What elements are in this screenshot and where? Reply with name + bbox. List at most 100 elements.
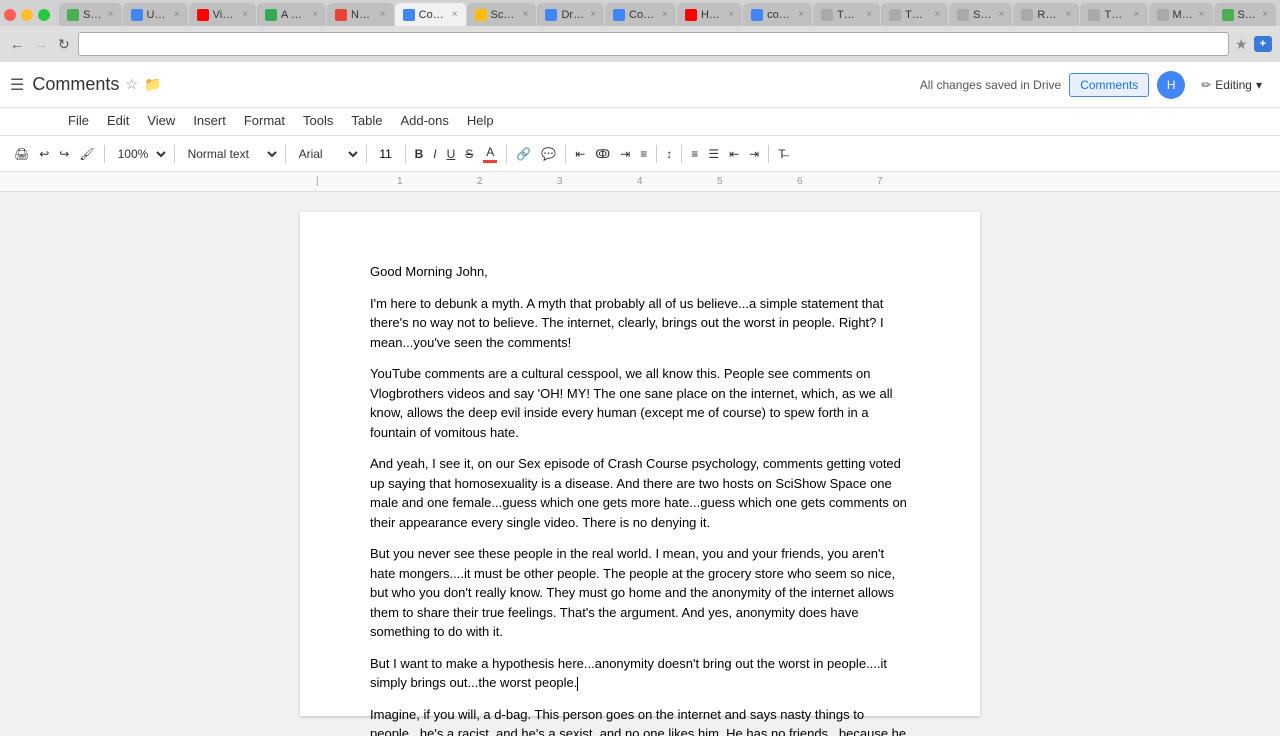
tab-video[interactable]: Video...× <box>189 3 256 26</box>
separator-7 <box>565 145 566 163</box>
clear-format-button[interactable]: T̶ <box>774 145 789 163</box>
align-center-button[interactable]: ↂ <box>591 145 614 163</box>
italic-button[interactable]: I <box>429 145 440 163</box>
address-bar: ← → ↻ https://docs.google.com/document/d… <box>0 26 1280 62</box>
tab-thef[interactable]: The F...× <box>813 3 880 26</box>
tab-surv2[interactable]: Surv...× <box>1214 3 1277 26</box>
doc-title-area: Comments ☆ 📁 <box>32 74 901 95</box>
tab-self[interactable]: Self-...× <box>949 3 1012 26</box>
menu-addons[interactable]: Add-ons <box>392 110 456 131</box>
comments-button[interactable]: Comments <box>1069 73 1149 97</box>
font-color-button[interactable]: A <box>479 143 501 165</box>
bookmark-button[interactable]: ★ <box>1235 36 1248 53</box>
pencil-icon: ✏ <box>1201 78 1211 92</box>
folder-icon[interactable]: 📁 <box>144 76 161 93</box>
tab-comm3[interactable]: comm...× <box>743 3 812 26</box>
strikethrough-button[interactable]: S <box>461 145 477 163</box>
app-toolbar: ☰ Comments ☆ 📁 All changes saved in Driv… <box>0 62 1280 108</box>
menu-insert[interactable]: Insert <box>185 110 234 131</box>
bold-button[interactable]: B <box>411 145 428 163</box>
profile-button[interactable]: + <box>1254 36 1272 52</box>
tab-thec[interactable]: The c...× <box>881 3 948 26</box>
menu-file[interactable]: File <box>60 110 97 131</box>
close-window-button[interactable] <box>4 9 16 21</box>
unordered-list-button[interactable]: ☰ <box>704 145 723 163</box>
tab-comments-active[interactable]: Comm...× <box>395 3 466 26</box>
auto-save-status: All changes saved in Drive <box>920 78 1061 92</box>
chevron-down-icon: ▾ <box>1256 78 1262 92</box>
format-toolbar: 🖨 ↩ ↪ 🖌 100% Normal text Arial B I U S A… <box>0 136 1280 172</box>
menu-tools[interactable]: Tools <box>295 110 341 131</box>
tab-comm2[interactable]: Comm...× <box>605 3 676 26</box>
maximize-window-button[interactable] <box>38 9 50 21</box>
paint-format-button[interactable]: 🖌 <box>75 145 98 163</box>
paragraph-2: I'm here to debunk a myth. A myth that p… <box>370 294 910 353</box>
separator-8 <box>656 145 657 163</box>
hamburger-menu-icon[interactable]: ☰ <box>10 75 24 95</box>
font-select[interactable]: Arial <box>291 144 361 164</box>
browser-window: Surv...× Untitl...× Video...× A List ...… <box>0 0 1280 736</box>
menu-view[interactable]: View <box>139 110 183 131</box>
tab-alist[interactable]: A List ...× <box>257 3 326 26</box>
url-input[interactable]: https://docs.google.com/document/d/1dKBd… <box>87 37 1220 51</box>
redo-button[interactable]: ↪ <box>55 145 73 163</box>
line-spacing-button[interactable]: ↕ <box>662 145 676 163</box>
star-icon[interactable]: ☆ <box>125 76 138 93</box>
separator-5 <box>405 145 406 163</box>
print-button[interactable]: 🖨 <box>10 145 33 163</box>
tab-thec2[interactable]: The c...× <box>1080 3 1147 26</box>
separator-9 <box>681 145 682 163</box>
style-select[interactable]: Normal text <box>180 144 280 164</box>
paragraph-4: And yeah, I see it, on our Sex episode o… <box>370 454 910 532</box>
separator-1 <box>104 145 105 163</box>
menu-help[interactable]: Help <box>459 110 502 131</box>
forward-button[interactable]: → <box>32 34 50 54</box>
document-title: Comments <box>32 74 119 95</box>
paragraph-7: Imagine, if you will, a d-bag. This pers… <box>370 705 910 736</box>
justify-button[interactable]: ≡ <box>636 145 651 163</box>
reload-button[interactable]: ↻ <box>56 34 72 55</box>
document-area[interactable]: Good Morning John, I'm here to debunk a … <box>0 192 1280 736</box>
ruler: | 1 2 3 4 5 6 7 <box>0 172 1280 192</box>
underline-button[interactable]: U <box>443 145 460 163</box>
paragraph-1: Good Morning John, <box>370 262 910 282</box>
tab-how[interactable]: How ...× <box>677 3 742 26</box>
increase-indent-button[interactable]: ⇥ <box>745 145 763 163</box>
undo-button[interactable]: ↩ <box>35 145 53 163</box>
url-bar[interactable]: https://docs.google.com/document/d/1dKBd… <box>78 32 1229 56</box>
zoom-select[interactable]: 100% <box>110 144 169 164</box>
document-content[interactable]: Good Morning John, I'm here to debunk a … <box>370 262 910 736</box>
tab-draft[interactable]: Draft ...× <box>537 3 604 26</box>
back-button[interactable]: ← <box>8 34 26 54</box>
document-page: Good Morning John, I'm here to debunk a … <box>300 212 980 716</box>
menu-bar: File Edit View Insert Format Tools Table… <box>0 108 1280 136</box>
tab-nerd[interactable]: Nerd!...× <box>327 3 394 26</box>
tab-script[interactable]: Script ...× <box>467 3 537 26</box>
decrease-indent-button[interactable]: ⇤ <box>725 145 743 163</box>
align-right-button[interactable]: ⇥ <box>616 145 634 163</box>
menu-edit[interactable]: Edit <box>99 110 137 131</box>
menu-format[interactable]: Format <box>236 110 293 131</box>
separator-10 <box>768 145 769 163</box>
separator-2 <box>174 145 175 163</box>
tab-robe[interactable]: Robe...× <box>1013 3 1079 26</box>
menu-table[interactable]: Table <box>343 110 390 131</box>
separator-3 <box>285 145 286 163</box>
ordered-list-button[interactable]: ≡ <box>687 145 702 163</box>
window-controls <box>4 9 50 21</box>
minimize-window-button[interactable] <box>21 9 33 21</box>
tab-untitl[interactable]: Untitl...× <box>123 3 188 26</box>
link-button[interactable]: 🔗 <box>512 145 535 163</box>
tab-surv-1[interactable]: Surv...× <box>59 3 122 26</box>
paragraph-3: YouTube comments are a cultural cesspool… <box>370 364 910 442</box>
paragraph-6: But I want to make a hypothesis here...a… <box>370 654 910 693</box>
separator-4 <box>366 145 367 163</box>
tab-bar: Surv...× Untitl...× Video...× A List ...… <box>0 0 1280 26</box>
editing-mode-button[interactable]: ✏ Editing ▾ <box>1193 74 1270 96</box>
avatar[interactable]: H <box>1157 71 1185 99</box>
align-left-button[interactable]: ⇤ <box>571 145 589 163</box>
font-size-input[interactable] <box>372 147 400 161</box>
comment-button[interactable]: 💬 <box>537 145 560 163</box>
paragraph-5: But you never see these people in the re… <box>370 544 910 642</box>
tab-mary[interactable]: Mary...× <box>1149 3 1213 26</box>
